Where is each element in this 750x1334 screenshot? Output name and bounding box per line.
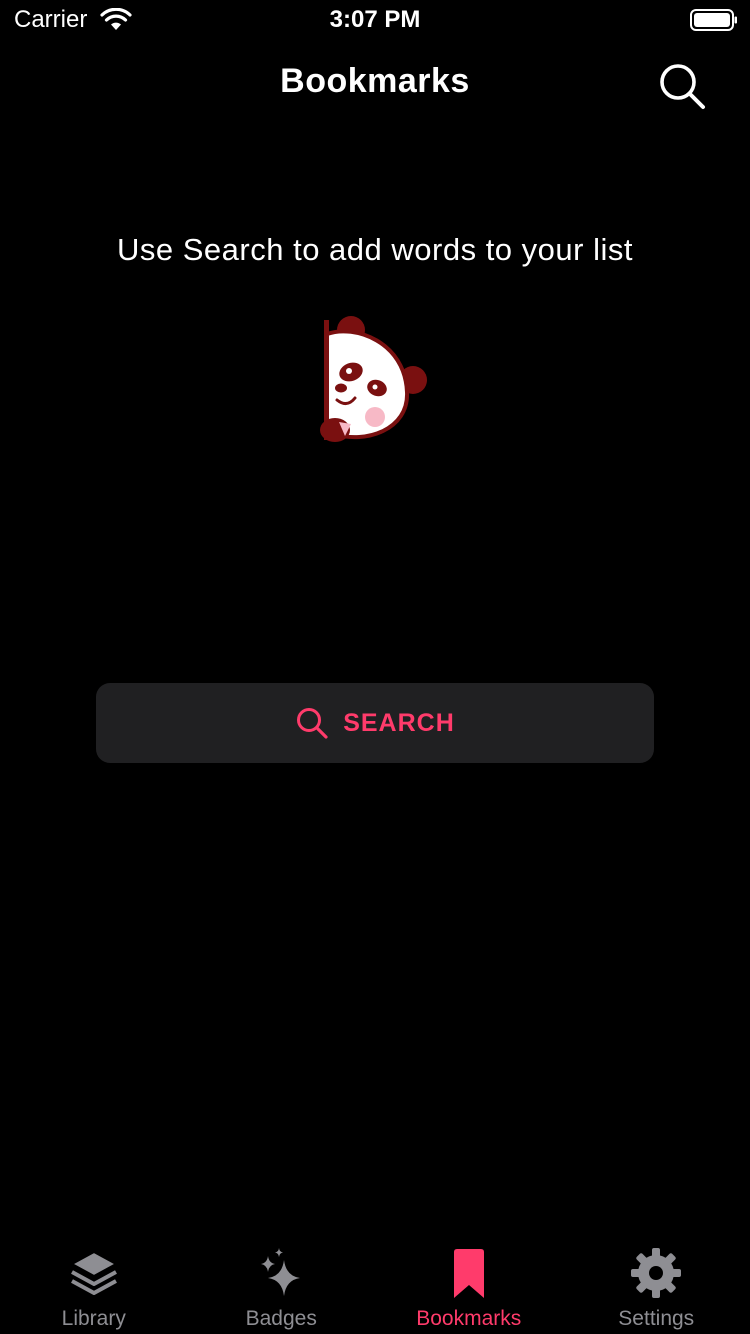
battery-icon bbox=[690, 9, 737, 31]
status-time: 3:07 PM bbox=[329, 6, 421, 33]
tab-bookmarks-label: Bookmarks bbox=[416, 1307, 522, 1330]
page-title: Bookmarks bbox=[280, 62, 470, 100]
tab-badges[interactable]: Badges bbox=[188, 1236, 376, 1334]
tab-badges-label: Badges bbox=[245, 1307, 317, 1330]
tab-bar: Library Badges Bookmarks Settings bbox=[0, 1236, 750, 1334]
bookmark-icon bbox=[453, 1249, 484, 1298]
tab-bookmarks[interactable]: Bookmarks bbox=[375, 1236, 563, 1334]
tab-library-label: Library bbox=[61, 1307, 126, 1330]
search-button[interactable]: SEARCH bbox=[96, 683, 654, 763]
tab-settings-label: Settings bbox=[618, 1307, 695, 1330]
panda-illustration bbox=[320, 316, 427, 442]
gear-icon bbox=[631, 1248, 682, 1298]
tab-settings[interactable]: Settings bbox=[563, 1236, 750, 1334]
search-icon bbox=[297, 708, 328, 739]
empty-state-message: Use Search to add words to your list bbox=[117, 232, 633, 267]
sparkle-icon bbox=[261, 1248, 301, 1296]
nav-search-button[interactable] bbox=[656, 60, 708, 112]
tab-library[interactable]: Library bbox=[0, 1236, 188, 1334]
navigation-bar: Bookmarks bbox=[0, 40, 750, 128]
search-icon bbox=[660, 64, 705, 109]
status-bar: Carrier 3:07 PM bbox=[0, 0, 750, 40]
search-button-label: SEARCH bbox=[343, 708, 455, 737]
stack-layers-icon bbox=[69, 1250, 118, 1295]
